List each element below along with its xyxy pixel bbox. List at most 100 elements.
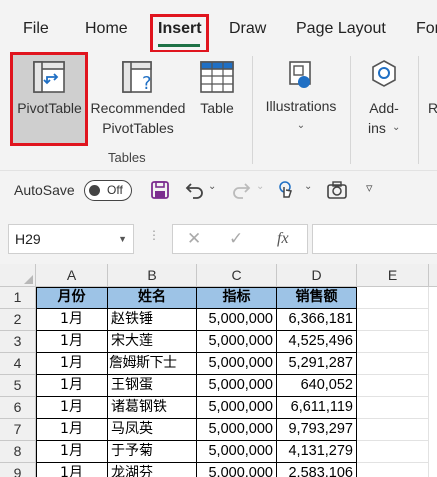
recommended-label-2: PivotTables (102, 120, 174, 136)
empty-cell[interactable] (357, 375, 429, 397)
formula-input[interactable] (312, 224, 437, 254)
table-header-cell[interactable]: 月份 (36, 287, 108, 309)
table-cell[interactable]: 5,000,000 (197, 397, 277, 419)
ribbon: PivotTable ? Recommended PivotTables Tab… (0, 52, 437, 170)
svg-text:?: ? (142, 73, 152, 94)
redo-dropdown-icon[interactable]: ⌄ (256, 181, 264, 192)
pivot-table-highlight (10, 52, 88, 146)
ribbon-separator (252, 56, 253, 164)
column-header-d[interactable]: D (277, 264, 357, 287)
select-all-button[interactable] (0, 264, 36, 287)
table-cell[interactable]: 5,000,000 (197, 441, 277, 463)
column-header-a[interactable]: A (36, 264, 108, 287)
undo-dropdown-icon[interactable]: ⌄ (208, 181, 216, 192)
tab-draw[interactable]: Draw (229, 20, 266, 38)
table-cell[interactable]: 1月 (36, 375, 108, 397)
ribbon-separator-3 (418, 56, 419, 164)
touch-mode-icon[interactable] (276, 179, 296, 206)
save-icon[interactable] (150, 180, 170, 205)
table-cell[interactable]: 2,583,106 (277, 463, 357, 477)
table-cell[interactable]: 6,611,119 (277, 397, 357, 419)
table-cell[interactable]: 6,366,181 (277, 309, 357, 331)
row-header[interactable]: 2 (0, 309, 36, 331)
table-cell[interactable]: 5,000,000 (197, 463, 277, 477)
empty-cell[interactable] (357, 463, 429, 477)
empty-cell[interactable] (357, 441, 429, 463)
add-ins-label-1: Add- (369, 100, 399, 116)
table-cell[interactable]: 4,525,496 (277, 331, 357, 353)
column-header-f[interactable] (429, 264, 437, 287)
empty-cell[interactable] (357, 419, 429, 441)
table-cell[interactable]: 1月 (36, 419, 108, 441)
table-cell[interactable]: 1月 (36, 441, 108, 463)
table-cell[interactable]: 5,000,000 (197, 375, 277, 397)
empty-cell[interactable] (357, 331, 429, 353)
table-cell[interactable]: 5,000,000 (197, 331, 277, 353)
column-header-b[interactable]: B (108, 264, 197, 287)
recommended-pivot-tables-button[interactable]: ? Recommended PivotTables (88, 54, 188, 144)
table-cell[interactable]: 5,000,000 (197, 309, 277, 331)
add-ins-label-2: ins (368, 120, 386, 136)
autosave-label: AutoSave (14, 182, 75, 198)
row-header[interactable]: 8 (0, 441, 36, 463)
formula-bar: H29 ▼ ⋮ ✕ ✓ fx (0, 210, 437, 264)
enter-icon[interactable]: ✓ (229, 229, 243, 249)
empty-cell[interactable] (357, 309, 429, 331)
table-cell[interactable]: 1月 (36, 397, 108, 419)
empty-cell[interactable] (357, 397, 429, 419)
touch-dropdown-icon[interactable]: ⌄ (304, 181, 312, 192)
table-cell[interactable]: 詹姆斯下士 (108, 353, 197, 375)
row-header[interactable]: 1 (0, 287, 36, 309)
table-cell[interactable]: 宋大莲 (108, 331, 197, 353)
add-ins-button[interactable]: Add- ins ⌄ (356, 54, 412, 144)
table-cell[interactable]: 王钢蛋 (108, 375, 197, 397)
quick-access-toolbar: AutoSave Off ⌄ ⌄ ⌄ ▿ (0, 170, 437, 210)
table-cell[interactable]: 1月 (36, 353, 108, 375)
cancel-icon[interactable]: ✕ (187, 229, 201, 249)
table-cell[interactable]: 640,052 (277, 375, 357, 397)
column-header-c[interactable]: C (197, 264, 277, 287)
table-cell[interactable]: 马凤英 (108, 419, 197, 441)
table-header-cell[interactable]: 指标 (197, 287, 277, 309)
row-header[interactable]: 6 (0, 397, 36, 419)
row-header[interactable]: 7 (0, 419, 36, 441)
name-box[interactable]: H29 ▼ (8, 224, 134, 254)
redo-icon[interactable] (230, 179, 252, 206)
table-cell[interactable]: 4,131,279 (277, 441, 357, 463)
table-cell[interactable]: 1月 (36, 331, 108, 353)
tab-formulas[interactable]: For (416, 20, 437, 38)
chevron-down-icon[interactable]: ▼ (118, 234, 127, 244)
tab-file[interactable]: File (23, 20, 49, 38)
table-icon (199, 59, 235, 100)
table-cell[interactable]: 9,793,297 (277, 419, 357, 441)
tab-page-layout[interactable]: Page Layout (296, 20, 386, 38)
row-header[interactable]: 3 (0, 331, 36, 353)
row-header[interactable]: 9 (0, 463, 36, 477)
autosave-toggle[interactable]: Off (84, 180, 132, 201)
table-cell[interactable]: 龙湖芬 (108, 463, 197, 477)
undo-icon[interactable] (184, 179, 206, 206)
insert-function-icon[interactable]: fx (277, 230, 289, 248)
tab-home[interactable]: Home (85, 20, 128, 38)
formula-bar-splitter[interactable]: ⋮ (148, 228, 160, 242)
column-header-e[interactable]: E (357, 264, 429, 287)
table-cell[interactable]: 于予菊 (108, 441, 197, 463)
table-button[interactable]: Table (192, 54, 242, 144)
empty-cell[interactable] (357, 287, 429, 309)
table-cell[interactable]: 5,000,000 (197, 419, 277, 441)
table-cell[interactable]: 5,291,287 (277, 353, 357, 375)
table-cell[interactable]: 赵铁锤 (108, 309, 197, 331)
row-header[interactable]: 4 (0, 353, 36, 375)
customize-toolbar-icon[interactable]: ▿ (366, 180, 373, 196)
illustrations-button[interactable]: Illustrations ⌄ (258, 54, 344, 144)
table-header-cell[interactable]: 姓名 (108, 287, 197, 309)
table-cell[interactable]: 1月 (36, 309, 108, 331)
table-cell[interactable]: 1月 (36, 463, 108, 477)
table-cell[interactable]: 5,000,000 (197, 353, 277, 375)
table-cell[interactable]: 诸葛钢铁 (108, 397, 197, 419)
illustrations-label: Illustrations (265, 98, 337, 114)
camera-icon[interactable] (326, 180, 348, 205)
row-header[interactable]: 5 (0, 375, 36, 397)
empty-cell[interactable] (357, 353, 429, 375)
table-header-cell[interactable]: 销售额 (277, 287, 357, 309)
